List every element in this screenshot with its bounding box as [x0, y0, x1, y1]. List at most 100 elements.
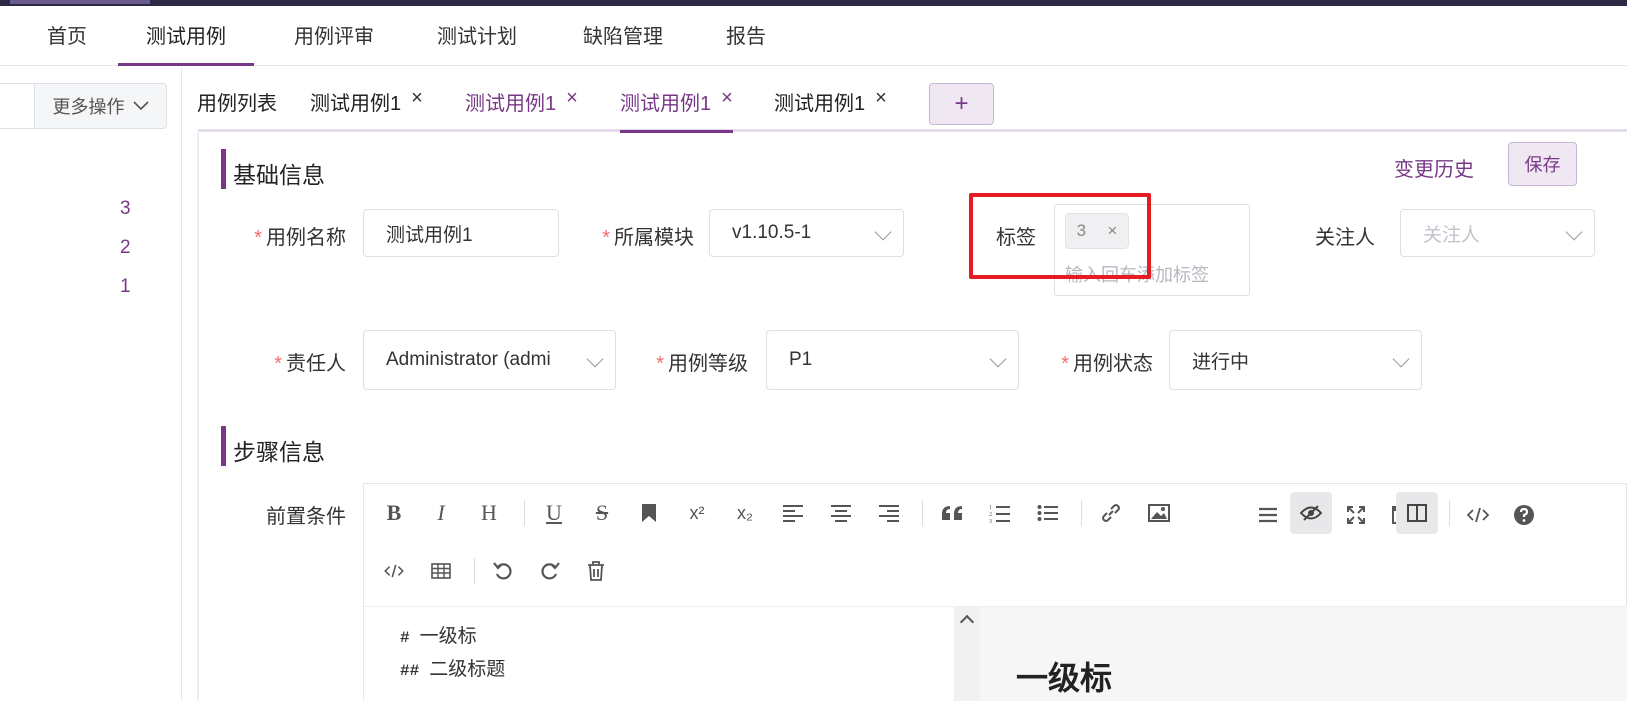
superscript-icon[interactable]: x²: [678, 494, 716, 532]
help-icon[interactable]: [1505, 496, 1543, 534]
tab-label: 测试用例1: [774, 93, 866, 115]
tab-test-case-1a[interactable]: 测试用例1 ×: [310, 87, 423, 133]
tab-test-case-1d[interactable]: 测试用例1 ×: [774, 87, 887, 133]
section-bar: [221, 149, 226, 189]
preview-toggle-icon[interactable]: [1290, 492, 1332, 534]
tab-label: 测试用例1: [465, 93, 557, 115]
chevron-down-icon: [132, 101, 149, 111]
heading-marker: ##: [400, 662, 420, 680]
close-icon[interactable]: ×: [411, 87, 423, 110]
editor-toolbar-row-1: B I H U S x² x₂ 123: [364, 484, 1627, 544]
menu-icon[interactable]: [1249, 496, 1287, 534]
owner-value: Administrator (admi: [386, 349, 551, 370]
required-mark: *: [254, 227, 262, 249]
label-text: 用例状态: [1073, 353, 1153, 375]
undo-icon[interactable]: [484, 552, 522, 590]
preview-heading: 一级标: [1016, 660, 1113, 696]
owner-label: * 责任人: [260, 347, 346, 376]
add-tab-button[interactable]: +: [929, 83, 994, 125]
tab-test-case-1-active[interactable]: 测试用例1 ×: [620, 87, 733, 133]
chevron-down-icon: [989, 350, 1007, 368]
nav-item-reports[interactable]: 报告: [724, 20, 768, 66]
tree-count-2[interactable]: 2: [120, 237, 131, 259]
nav-item-case-review[interactable]: 用例评审: [292, 20, 376, 66]
left-panel: 更多操作 3 2 1: [0, 67, 182, 701]
precondition-label: 前置条件: [266, 506, 346, 528]
unordered-list-icon[interactable]: [1029, 494, 1067, 532]
editor-body: # 一级标 ## 二级标题 一级标: [364, 606, 1627, 701]
case-name-input[interactable]: 测试用例1: [363, 209, 559, 257]
close-icon[interactable]: ×: [875, 87, 887, 110]
align-center-icon[interactable]: [822, 494, 860, 532]
highlight-annotation-box: [969, 193, 1151, 279]
split-view-icon[interactable]: [1396, 492, 1438, 534]
module-label: * 所属模块: [588, 221, 694, 250]
underline-icon[interactable]: U: [535, 494, 573, 532]
tab-label: 测试用例1: [310, 93, 402, 115]
nav-item-test-plan[interactable]: 测试计划: [435, 20, 519, 66]
scroll-up-icon[interactable]: [959, 614, 975, 630]
close-icon[interactable]: ×: [566, 87, 578, 110]
label-text: 所属模块: [614, 227, 694, 249]
nav-item-test-cases[interactable]: 测试用例: [118, 20, 254, 66]
tree-count-1[interactable]: 1: [120, 276, 131, 298]
level-label: * 用例等级: [640, 347, 748, 376]
follower-select[interactable]: 关注人: [1400, 209, 1595, 257]
save-button[interactable]: 保存: [1508, 142, 1577, 186]
required-mark: *: [602, 227, 610, 249]
required-mark: *: [656, 353, 664, 375]
svg-text:2: 2: [989, 512, 992, 518]
tab-case-list[interactable]: 用例列表: [197, 87, 277, 133]
change-history-link[interactable]: 变更历史: [1394, 153, 1474, 182]
level-select[interactable]: P1: [766, 330, 1019, 390]
more-actions-button[interactable]: 更多操作: [34, 83, 167, 129]
tab-test-case-1b[interactable]: 测试用例1 ×: [465, 87, 578, 133]
italic-icon[interactable]: I: [422, 494, 460, 532]
editor-scrollbar[interactable]: [954, 607, 980, 701]
code-view-icon[interactable]: [1459, 496, 1497, 534]
nav-item-home[interactable]: 首页: [46, 20, 88, 66]
chevron-down-icon: [1392, 350, 1410, 368]
more-actions-label: 更多操作: [52, 97, 125, 117]
heading-marker: #: [400, 629, 410, 647]
content-left-border: [197, 133, 199, 701]
strikethrough-icon[interactable]: S: [583, 494, 621, 532]
left-search-field[interactable]: [0, 83, 35, 129]
case-tabs: 用例列表 测试用例1 × 测试用例1 × 测试用例1 × 测试用例1 ×: [182, 67, 1627, 133]
link-icon[interactable]: [1092, 494, 1130, 532]
subscript-icon[interactable]: x₂: [726, 494, 764, 532]
tree-count-3[interactable]: 3: [120, 198, 131, 220]
align-left-icon[interactable]: [774, 494, 812, 532]
close-icon[interactable]: ×: [721, 87, 733, 110]
delete-icon[interactable]: [577, 552, 615, 590]
table-icon[interactable]: [422, 552, 460, 590]
fullscreen-icon[interactable]: [1337, 496, 1375, 534]
align-right-icon[interactable]: [870, 494, 908, 532]
status-label: * 用例状态: [1045, 347, 1153, 376]
toolbar-divider: [922, 500, 923, 526]
main-nav: 首页 测试用例 用例评审 测试计划 缺陷管理 报告: [0, 6, 1627, 66]
status-select[interactable]: 进行中: [1169, 330, 1422, 390]
code-icon[interactable]: [375, 552, 413, 590]
ordered-list-icon[interactable]: 123: [981, 494, 1019, 532]
nav-item-defects[interactable]: 缺陷管理: [581, 20, 665, 66]
bookmark-icon[interactable]: [630, 494, 668, 532]
toolbar-divider: [474, 558, 475, 584]
svg-text:3: 3: [989, 519, 992, 523]
label-text: 用例名称: [266, 227, 346, 249]
owner-select[interactable]: Administrator (admi: [363, 330, 616, 390]
module-value: v1.10.5-1: [732, 222, 812, 243]
case-name-value: 测试用例1: [386, 224, 473, 246]
toolbar-divider: [1449, 500, 1450, 526]
heading-icon[interactable]: H: [470, 494, 508, 532]
markdown-source[interactable]: # 一级标 ## 二级标题: [364, 607, 954, 701]
tab-label: 用例列表: [197, 93, 277, 115]
module-select[interactable]: v1.10.5-1: [709, 209, 904, 257]
bold-icon[interactable]: B: [375, 494, 413, 532]
quote-icon[interactable]: [933, 494, 971, 532]
redo-icon[interactable]: [531, 552, 569, 590]
required-mark: *: [274, 353, 282, 375]
source-line: ## 二级标题: [400, 654, 954, 687]
chevron-down-icon: [874, 223, 892, 241]
image-icon[interactable]: [1140, 494, 1178, 532]
